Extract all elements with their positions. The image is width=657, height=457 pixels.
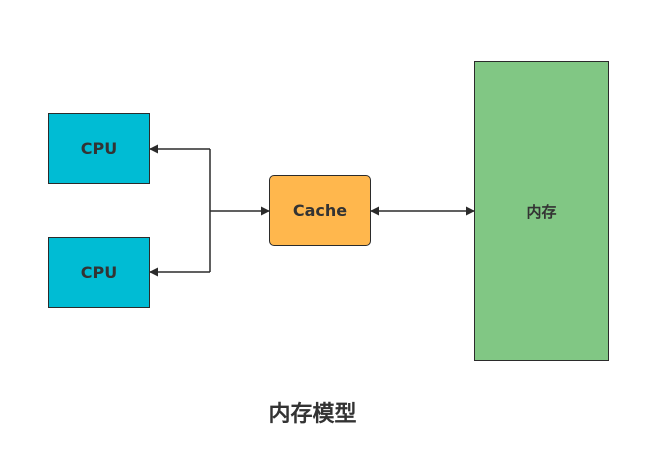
- diagram-caption: 内存模型: [268, 402, 357, 427]
- cpu-bottom-label: CPU: [80, 263, 118, 282]
- cpu-node-bottom: CPU: [48, 237, 150, 308]
- memory-label: 内存: [526, 202, 557, 221]
- cache-node: Cache: [269, 175, 371, 246]
- cpu-top-label: CPU: [80, 139, 118, 158]
- cpu-node-top: CPU: [48, 113, 150, 184]
- cache-label: Cache: [292, 201, 348, 220]
- memory-node: 内存: [474, 61, 609, 361]
